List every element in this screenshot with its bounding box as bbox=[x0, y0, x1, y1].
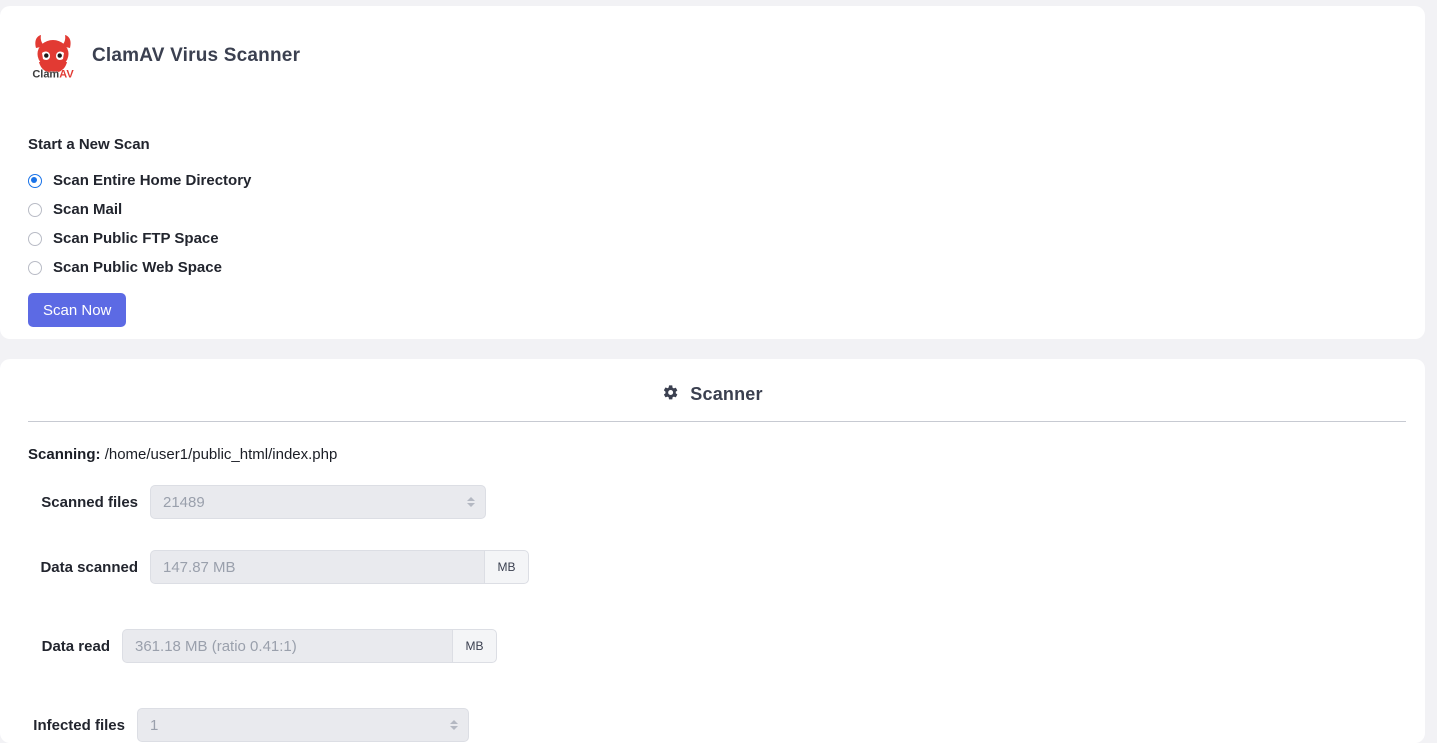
gear-icon bbox=[662, 384, 679, 405]
scanner-divider bbox=[28, 421, 1406, 422]
scan-option-label: Scan Mail bbox=[53, 201, 122, 218]
scan-now-button[interactable]: Scan Now bbox=[28, 293, 126, 327]
field-row-data-read: Data read 361.18 MB (ratio 0.41:1) MB bbox=[28, 629, 1397, 663]
data-scanned-input[interactable]: 147.87 MB bbox=[150, 550, 484, 584]
field-row-infected-files: Infected files 1 bbox=[28, 708, 1397, 742]
field-input-wrap: 21489 bbox=[150, 485, 486, 519]
radio-icon[interactable] bbox=[28, 174, 42, 188]
scanned-files-input[interactable]: 21489 bbox=[150, 485, 486, 519]
data-read-unit-addon: MB bbox=[452, 629, 497, 663]
number-spinner-icon[interactable] bbox=[465, 494, 476, 510]
panel-separator bbox=[0, 339, 1425, 359]
svg-text:ClamAV: ClamAV bbox=[32, 69, 74, 81]
data-scanned-unit-addon: MB bbox=[484, 550, 529, 584]
radio-icon[interactable] bbox=[28, 261, 42, 275]
page-root: ClamAV ClamAV Virus Scanner Start a New … bbox=[0, 0, 1437, 743]
field-input-wrap: 1 bbox=[137, 708, 469, 742]
scanning-path: /home/user1/public_html/index.php bbox=[105, 446, 338, 463]
scanner-heading: Scanner bbox=[0, 359, 1425, 421]
scanning-status: Scanning: /home/user1/public_html/index.… bbox=[28, 446, 1397, 463]
field-value: 21489 bbox=[163, 494, 205, 511]
scan-option-label: Scan Entire Home Directory bbox=[53, 172, 251, 189]
field-value: 147.87 MB bbox=[163, 559, 236, 576]
scanning-label: Scanning: bbox=[28, 446, 101, 463]
field-label: Scanned files bbox=[28, 494, 138, 511]
radio-icon[interactable] bbox=[28, 232, 42, 246]
field-row-data-scanned: Data scanned 147.87 MB MB bbox=[28, 550, 1397, 584]
field-input-wrap: 147.87 MB MB bbox=[150, 550, 529, 584]
scan-form-heading: Start a New Scan bbox=[28, 136, 1425, 153]
data-read-input[interactable]: 361.18 MB (ratio 0.41:1) bbox=[122, 629, 452, 663]
field-input-wrap: 361.18 MB (ratio 0.41:1) MB bbox=[122, 629, 497, 663]
clamav-devil-logo-icon: ClamAV bbox=[28, 31, 78, 81]
scan-option-label: Scan Public FTP Space bbox=[53, 230, 219, 247]
field-value: 361.18 MB (ratio 0.41:1) bbox=[135, 638, 297, 655]
scanner-body: Scanning: /home/user1/public_html/index.… bbox=[0, 446, 1425, 742]
scan-option-public-ftp[interactable]: Scan Public FTP Space bbox=[28, 224, 1425, 253]
scan-option-mail[interactable]: Scan Mail bbox=[28, 195, 1425, 224]
field-label: Data scanned bbox=[28, 559, 138, 576]
radio-icon[interactable] bbox=[28, 203, 42, 217]
scan-option-label: Scan Public Web Space bbox=[53, 259, 222, 276]
app-header: ClamAV ClamAV Virus Scanner bbox=[28, 28, 1425, 84]
number-spinner-icon[interactable] bbox=[448, 717, 459, 733]
field-value: 1 bbox=[150, 717, 158, 734]
scan-launcher-panel: ClamAV ClamAV Virus Scanner Start a New … bbox=[0, 6, 1425, 339]
scan-option-home-directory[interactable]: Scan Entire Home Directory bbox=[28, 166, 1425, 195]
scan-form: Start a New Scan Scan Entire Home Direct… bbox=[28, 136, 1425, 327]
field-row-scanned-files: Scanned files 21489 bbox=[28, 485, 1397, 519]
infected-files-input[interactable]: 1 bbox=[137, 708, 469, 742]
app-title: ClamAV Virus Scanner bbox=[92, 45, 300, 67]
scanner-title-text: Scanner bbox=[690, 384, 762, 405]
scanner-panel: Scanner Scanning: /home/user1/public_htm… bbox=[0, 359, 1425, 743]
field-label: Infected files bbox=[28, 717, 125, 734]
field-label: Data read bbox=[28, 638, 110, 655]
scan-option-public-web[interactable]: Scan Public Web Space bbox=[28, 253, 1425, 282]
